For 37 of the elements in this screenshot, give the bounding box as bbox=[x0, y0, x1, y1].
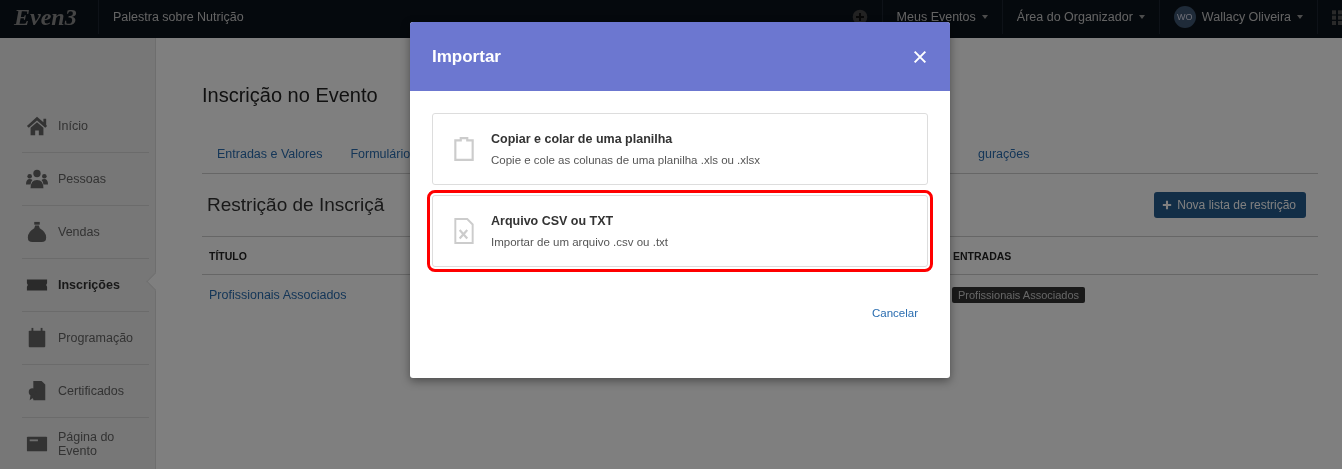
sidebar-item[interactable]: Página do Evento bbox=[22, 418, 149, 469]
caret-icon bbox=[981, 15, 988, 19]
plus-icon bbox=[1162, 200, 1173, 210]
tab[interactable]: Entradas e Valores bbox=[202, 145, 336, 173]
page-title: Inscrição no Evento bbox=[202, 84, 379, 107]
tab[interactable]: gurações bbox=[962, 145, 1046, 163]
option-title: Arquivo CSV ou TXT bbox=[491, 214, 615, 228]
column-header: TÍTULO bbox=[208, 249, 248, 262]
close-button[interactable] bbox=[912, 48, 928, 65]
menu-link[interactable]: Área do Organizador bbox=[1016, 10, 1133, 24]
new-list-button[interactable]: Nova lista de restrição bbox=[1154, 192, 1306, 218]
sidebar-item[interactable]: Certificados bbox=[22, 365, 149, 418]
import-option[interactable]: Copiar e colar de uma planilha Copie e cole as colunas de uma planilha .xls ou .xlsx bbox=[432, 113, 928, 185]
dialog-title: Importar bbox=[432, 46, 501, 67]
sidebar-item[interactable]: Programação bbox=[22, 312, 149, 365]
user-menu[interactable]: Wallacy Oliveira bbox=[1201, 10, 1291, 24]
menu-link[interactable]: Meus Eventos bbox=[896, 10, 976, 24]
option-description: Copie e cole as colunas de uma planilha .xls ou .xlsx bbox=[491, 154, 761, 166]
caret-icon bbox=[1138, 15, 1145, 19]
event-name: Palestra sobre Nutrição bbox=[113, 9, 244, 24]
sidebar-item[interactable]: Início bbox=[22, 100, 149, 153]
sidebar-item[interactable]: Inscrições bbox=[22, 259, 149, 312]
option-description: Importar de um arquivo .csv ou .txt bbox=[491, 236, 669, 248]
column-header: ENTRADAS bbox=[952, 249, 1013, 262]
close-icon bbox=[912, 48, 928, 65]
cancel-link[interactable]: Cancelar bbox=[871, 307, 918, 319]
csv-file-icon bbox=[451, 215, 477, 247]
logo[interactable]: Even3 bbox=[0, 0, 99, 34]
sidebar-item[interactable]: Pessoas bbox=[22, 153, 149, 206]
caret-icon bbox=[1297, 15, 1303, 19]
entry-tag: Profissionais Associados bbox=[952, 287, 1086, 303]
row-title-link[interactable]: Profissionais Associados bbox=[202, 288, 347, 302]
avatar: WO bbox=[1173, 6, 1196, 28]
section-title: Restrição de Inscriçã bbox=[207, 194, 385, 216]
option-title: Copiar e colar de uma planilha bbox=[491, 132, 674, 146]
grid-icon bbox=[1332, 9, 1342, 25]
sidebar-item[interactable]: Vendas bbox=[22, 206, 149, 259]
